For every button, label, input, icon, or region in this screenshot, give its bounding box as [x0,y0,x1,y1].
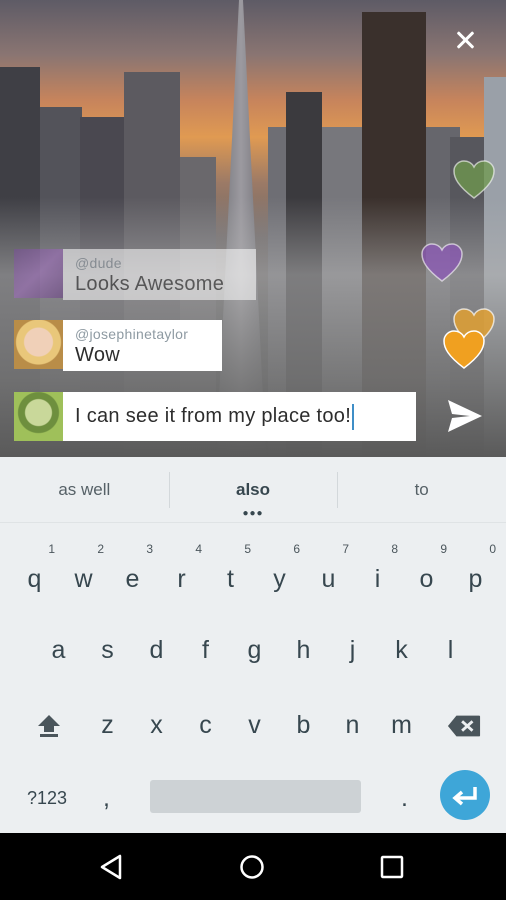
key-hint: 8 [391,542,398,556]
back-button[interactable] [98,853,126,881]
key[interactable]: t5 [206,542,255,609]
key[interactable]: d [132,620,181,680]
key[interactable]: m [377,695,426,755]
key[interactable]: r4 [157,542,206,609]
send-button[interactable] [446,398,484,434]
key-hint: 4 [195,542,202,556]
send-icon [448,400,482,432]
recents-button[interactable] [378,853,406,881]
key[interactable]: s [83,620,132,680]
chat-message: @josephinetaylor Wow [14,320,222,371]
key-hint: 5 [244,542,251,556]
key[interactable]: x [132,695,181,755]
home-icon [240,855,264,879]
key-label: o [419,565,434,593]
navigation-bar [0,833,506,900]
comma-key[interactable]: , [82,768,131,828]
key-hint: 0 [489,542,496,556]
key-hint: 9 [440,542,447,556]
key-label: r [177,565,186,593]
key[interactable]: e3 [108,542,157,609]
chat-bubble: @dude Looks Awesome [63,249,256,300]
key[interactable]: j [328,620,377,680]
comment-input[interactable]: I can see it from my place too! [63,392,416,441]
more-suggestions-icon: ●●● [242,507,264,519]
key[interactable]: y6 [255,542,304,609]
shift-icon [37,715,60,738]
key-label: w [74,565,93,593]
chat-message: @dude Looks Awesome [14,249,256,300]
key[interactable]: q1 [10,542,59,609]
key[interactable]: v [230,695,279,755]
back-icon [100,854,122,880]
key[interactable]: w2 [59,542,108,609]
key[interactable]: n [328,695,377,755]
comment-input-text: I can see it from my place too! [75,405,352,427]
home-button[interactable] [238,853,266,881]
chat-bubble: @josephinetaylor Wow [63,320,222,371]
chat-username: @josephinetaylor [75,326,189,342]
chat-text: Looks Awesome [75,273,225,295]
key-label: u [321,565,336,593]
heart-icon [442,330,486,370]
key-hint: 1 [48,542,55,556]
key[interactable]: u7 [304,542,353,609]
key-label: i [374,565,381,593]
backspace-icon [447,716,480,737]
avatar [14,249,63,298]
backspace-key[interactable] [439,695,488,755]
heart-shape [443,330,485,369]
key-hint: 3 [146,542,153,556]
key-label: y [273,565,286,593]
key-hint: 2 [97,542,104,556]
soft-keyboard: as well also ●●● to q1 w2 e3 r4 t5 y6 u7… [0,457,506,833]
key[interactable]: f [181,620,230,680]
key-label: e [125,565,140,593]
enter-key[interactable] [440,770,490,820]
key[interactable]: b [279,695,328,755]
period-key[interactable]: . [380,768,429,828]
shift-key[interactable] [24,695,73,755]
space-key[interactable] [150,780,361,813]
enter-icon [452,787,477,806]
key[interactable]: o9 [402,542,451,609]
text-caret [352,403,355,430]
recents-icon [380,855,404,879]
comment-composer: I can see it from my place too! [14,392,416,441]
key-label: q [27,565,42,593]
heart-icon [420,243,464,283]
key[interactable]: c [181,695,230,755]
suggestion-item[interactable]: as well [0,470,169,510]
suggestion-strip: as well also ●●● to [0,457,506,523]
suggestion-label: also [235,479,271,499]
key-label: p [468,565,483,593]
key[interactable]: g [230,620,279,680]
key[interactable]: h [279,620,328,680]
symbols-key[interactable]: ?123 [20,768,74,828]
avatar [14,320,63,369]
close-button[interactable] [450,26,480,56]
key-hint: 6 [293,542,300,556]
key[interactable]: k [377,620,426,680]
avatar [14,392,63,441]
key-hint: 7 [342,542,349,556]
key[interactable]: a [34,620,83,680]
key[interactable]: z [83,695,132,755]
heart-shape [421,243,463,282]
chat-text: Wow [75,344,120,366]
key-label: t [227,565,234,593]
heart-shape [453,160,495,199]
key[interactable]: p0 [451,542,500,609]
live-video-view [0,0,506,457]
key[interactable]: l [426,620,475,680]
chat-username: @dude [75,255,122,271]
heart-icon [452,160,496,200]
key[interactable]: i8 [353,542,402,609]
suggestion-item[interactable]: to [337,470,506,510]
suggestion-item[interactable]: also ●●● [168,470,338,518]
